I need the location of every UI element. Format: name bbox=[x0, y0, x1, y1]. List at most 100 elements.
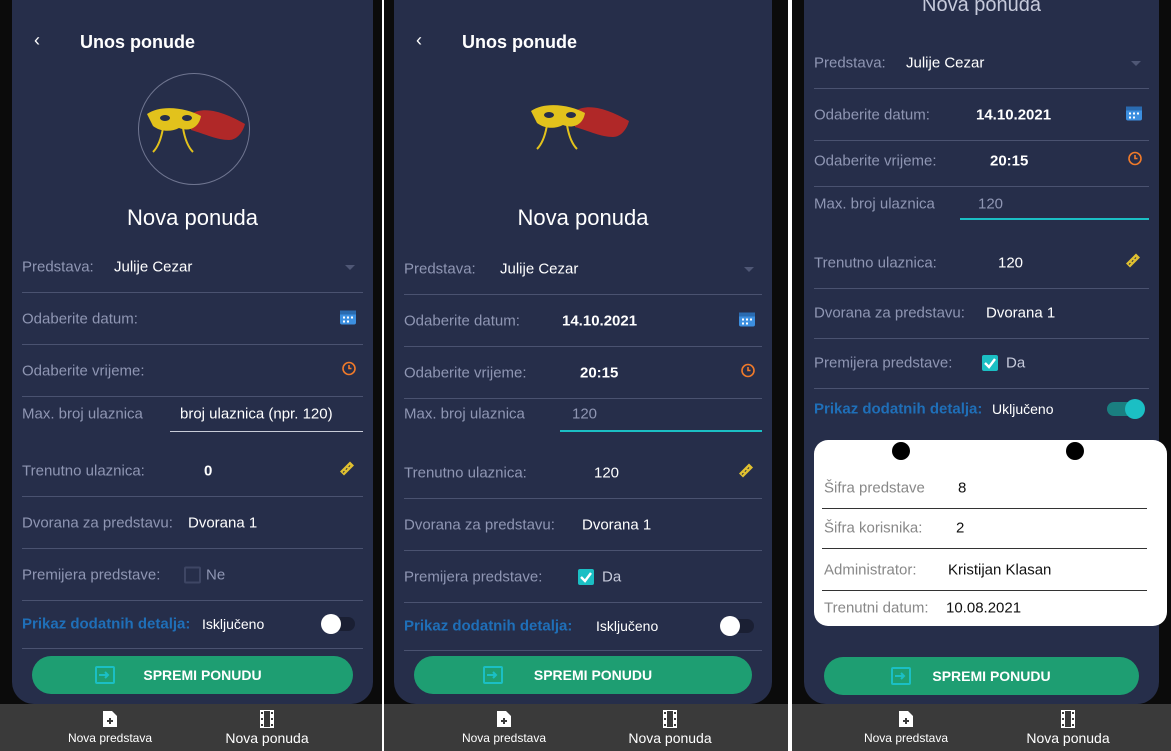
dvorana-value: Dvorana 1 bbox=[986, 304, 1056, 322]
save-label: SPREMI PONUDU bbox=[143, 667, 262, 683]
predstava-label: Predstava: bbox=[814, 54, 886, 72]
datum-value: 14.10.2021 bbox=[976, 106, 1052, 124]
premijera-row: Premijera predstave: Ne bbox=[22, 550, 363, 601]
vrijeme-label: Odaberite vrijeme: bbox=[814, 152, 937, 170]
clock-icon[interactable] bbox=[740, 363, 756, 384]
film-icon bbox=[207, 710, 327, 728]
nav-nova-ponuda[interactable]: Nova ponuda bbox=[207, 710, 327, 746]
calendar-icon[interactable] bbox=[738, 310, 756, 333]
max-ulaznica-row: Max. broj ulaznica 120 bbox=[814, 182, 1149, 226]
administrator-label: Administrator: bbox=[824, 561, 917, 579]
calendar-icon[interactable] bbox=[339, 308, 357, 331]
calendar-icon[interactable] bbox=[1125, 104, 1143, 127]
nav-nova-predstava[interactable]: Nova predstava bbox=[50, 710, 170, 745]
trenutno-label: Trenutno ulaznica: bbox=[22, 462, 145, 480]
premijera-text: Ne bbox=[206, 566, 226, 584]
predstava-select[interactable]: Predstava: Julije Cezar bbox=[404, 244, 762, 295]
page-title: Unos ponude bbox=[80, 32, 195, 52]
max-ulaznica-row: Max. broj ulaznica 120 bbox=[404, 390, 762, 438]
premijera-text: Da bbox=[1006, 354, 1026, 372]
chevron-down-icon bbox=[1131, 61, 1141, 66]
screen-2: ‹ Unos ponude Nova ponuda Predstava: Jul… bbox=[384, 0, 788, 751]
prikaz-label: Prikaz dodatnih detalja: bbox=[814, 400, 983, 418]
toggle-knob bbox=[1125, 399, 1145, 419]
sifra-predstave-row: Šifra predstave 8 bbox=[822, 468, 1147, 509]
datum-label: Odaberite datum: bbox=[814, 106, 930, 124]
datum-picker[interactable]: Odaberite datum: 14.10.2021 bbox=[404, 296, 762, 347]
predstava-label: Predstava: bbox=[22, 258, 94, 276]
sifra-korisnika-row: Šifra korisnika: 2 bbox=[822, 508, 1147, 549]
nav-label: Nova predstava bbox=[461, 731, 547, 745]
ticket-icon bbox=[1123, 251, 1143, 276]
nav-nova-ponuda[interactable]: Nova ponuda bbox=[1008, 710, 1128, 746]
back-button[interactable]: ‹ bbox=[416, 30, 422, 51]
datum-label: Odaberite datum: bbox=[22, 310, 138, 328]
prikaz-row: Prikaz dodatnih detalja: Uključeno bbox=[814, 386, 1149, 432]
prikaz-label: Prikaz dodatnih detalja: bbox=[22, 615, 191, 633]
trenutno-value: 120 bbox=[998, 254, 1024, 272]
dvorana-label: Dvorana za predstavu: bbox=[814, 304, 965, 322]
prikaz-row: Prikaz dodatnih detalja: Isključeno bbox=[404, 602, 762, 651]
nav-nova-predstava[interactable]: Nova predstava bbox=[444, 710, 564, 745]
form-card: ‹ Unos ponude Nova ponuda Predstava: Jul… bbox=[394, 0, 772, 704]
back-button[interactable]: ‹ bbox=[34, 30, 40, 51]
prikaz-toggle[interactable] bbox=[321, 614, 355, 634]
premijera-row: Premijera predstave: Da bbox=[404, 552, 762, 603]
datum-picker[interactable]: Odaberite datum: bbox=[22, 294, 363, 345]
prikaz-label: Prikaz dodatnih detalja: bbox=[404, 617, 573, 635]
trenutno-value: 120 bbox=[594, 464, 620, 482]
dvorana-row: Dvorana za predstavu: Dvorana 1 bbox=[22, 498, 363, 549]
max-label: Max. broj ulaznica bbox=[814, 195, 935, 213]
form-title: Nova ponuda bbox=[127, 205, 258, 230]
prikaz-status: Isključeno bbox=[596, 618, 659, 634]
add-file-icon bbox=[50, 710, 170, 728]
sifra-korisnika-value: 2 bbox=[956, 519, 965, 537]
nav-nova-predstava[interactable]: Nova predstava bbox=[846, 710, 966, 745]
clock-icon[interactable] bbox=[341, 361, 357, 382]
datum-picker[interactable]: Odaberite datum: 14.10.2021 bbox=[814, 90, 1149, 141]
form-card: ‹ Unos ponude Nova ponuda Predstava: Jul… bbox=[12, 0, 373, 704]
premijera-row: Premijera predstave: Da bbox=[814, 338, 1149, 389]
max-input-underline bbox=[560, 430, 762, 432]
predstava-label: Predstava: bbox=[404, 260, 476, 278]
binder-hole-left bbox=[892, 442, 910, 460]
app-header: ‹ Unos ponude bbox=[394, 30, 772, 54]
bottom-nav: Nova predstava Nova ponuda bbox=[384, 704, 788, 751]
nav-nova-ponuda[interactable]: Nova ponuda bbox=[610, 710, 730, 746]
dvorana-value: Dvorana 1 bbox=[188, 514, 258, 532]
prikaz-toggle[interactable] bbox=[1107, 399, 1145, 419]
premijera-checkbox[interactable] bbox=[184, 566, 201, 584]
clock-icon[interactable] bbox=[1127, 151, 1143, 172]
binder-hole-right bbox=[1066, 442, 1084, 460]
max-input[interactable]: 120 bbox=[978, 196, 1003, 213]
prikaz-toggle[interactable] bbox=[720, 616, 754, 636]
premijera-checkbox[interactable] bbox=[578, 569, 594, 585]
max-input[interactable]: 120 bbox=[572, 406, 597, 423]
trenutno-row: Trenutno ulaznica: 120 bbox=[404, 448, 762, 499]
dvorana-label: Dvorana za predstavu: bbox=[22, 514, 173, 532]
max-ulaznica-row: Max. broj ulaznica broj ulaznica (npr. 1… bbox=[22, 390, 363, 438]
add-file-icon bbox=[846, 710, 966, 728]
predstava-select[interactable]: Predstava: Julije Cezar bbox=[814, 38, 1149, 89]
dvorana-value: Dvorana 1 bbox=[582, 516, 652, 534]
ticket-icon bbox=[337, 459, 357, 484]
dvorana-label: Dvorana za predstavu: bbox=[404, 516, 555, 534]
ticket-icon bbox=[736, 461, 756, 486]
nav-label: Nova ponuda bbox=[225, 730, 309, 746]
max-label: Max. broj ulaznica bbox=[22, 405, 143, 423]
vrijeme-label: Odaberite vrijeme: bbox=[22, 362, 145, 380]
premijera-label: Premijera predstave: bbox=[404, 568, 543, 586]
predstava-select[interactable]: Predstava: Julije Cezar bbox=[22, 242, 363, 293]
premijera-checkbox[interactable] bbox=[982, 355, 998, 371]
max-input[interactable]: broj ulaznica (npr. 120) bbox=[180, 406, 333, 423]
predstava-value: Julije Cezar bbox=[500, 260, 579, 278]
vrijeme-picker[interactable]: Odaberite vrijeme: 20:15 bbox=[814, 136, 1149, 187]
dvorana-row: Dvorana za predstavu: Dvorana 1 bbox=[404, 500, 762, 551]
save-button[interactable]: SPREMI PONUDU bbox=[824, 657, 1139, 695]
app-header: ‹ Unos ponude bbox=[12, 30, 373, 54]
form-title: Nova ponuda bbox=[517, 205, 649, 230]
save-button[interactable]: SPREMI PONUDU bbox=[32, 656, 353, 694]
max-label: Max. broj ulaznica bbox=[404, 405, 525, 423]
save-button[interactable]: SPREMI PONUDU bbox=[414, 656, 752, 694]
nav-label: Nova ponuda bbox=[628, 730, 712, 746]
